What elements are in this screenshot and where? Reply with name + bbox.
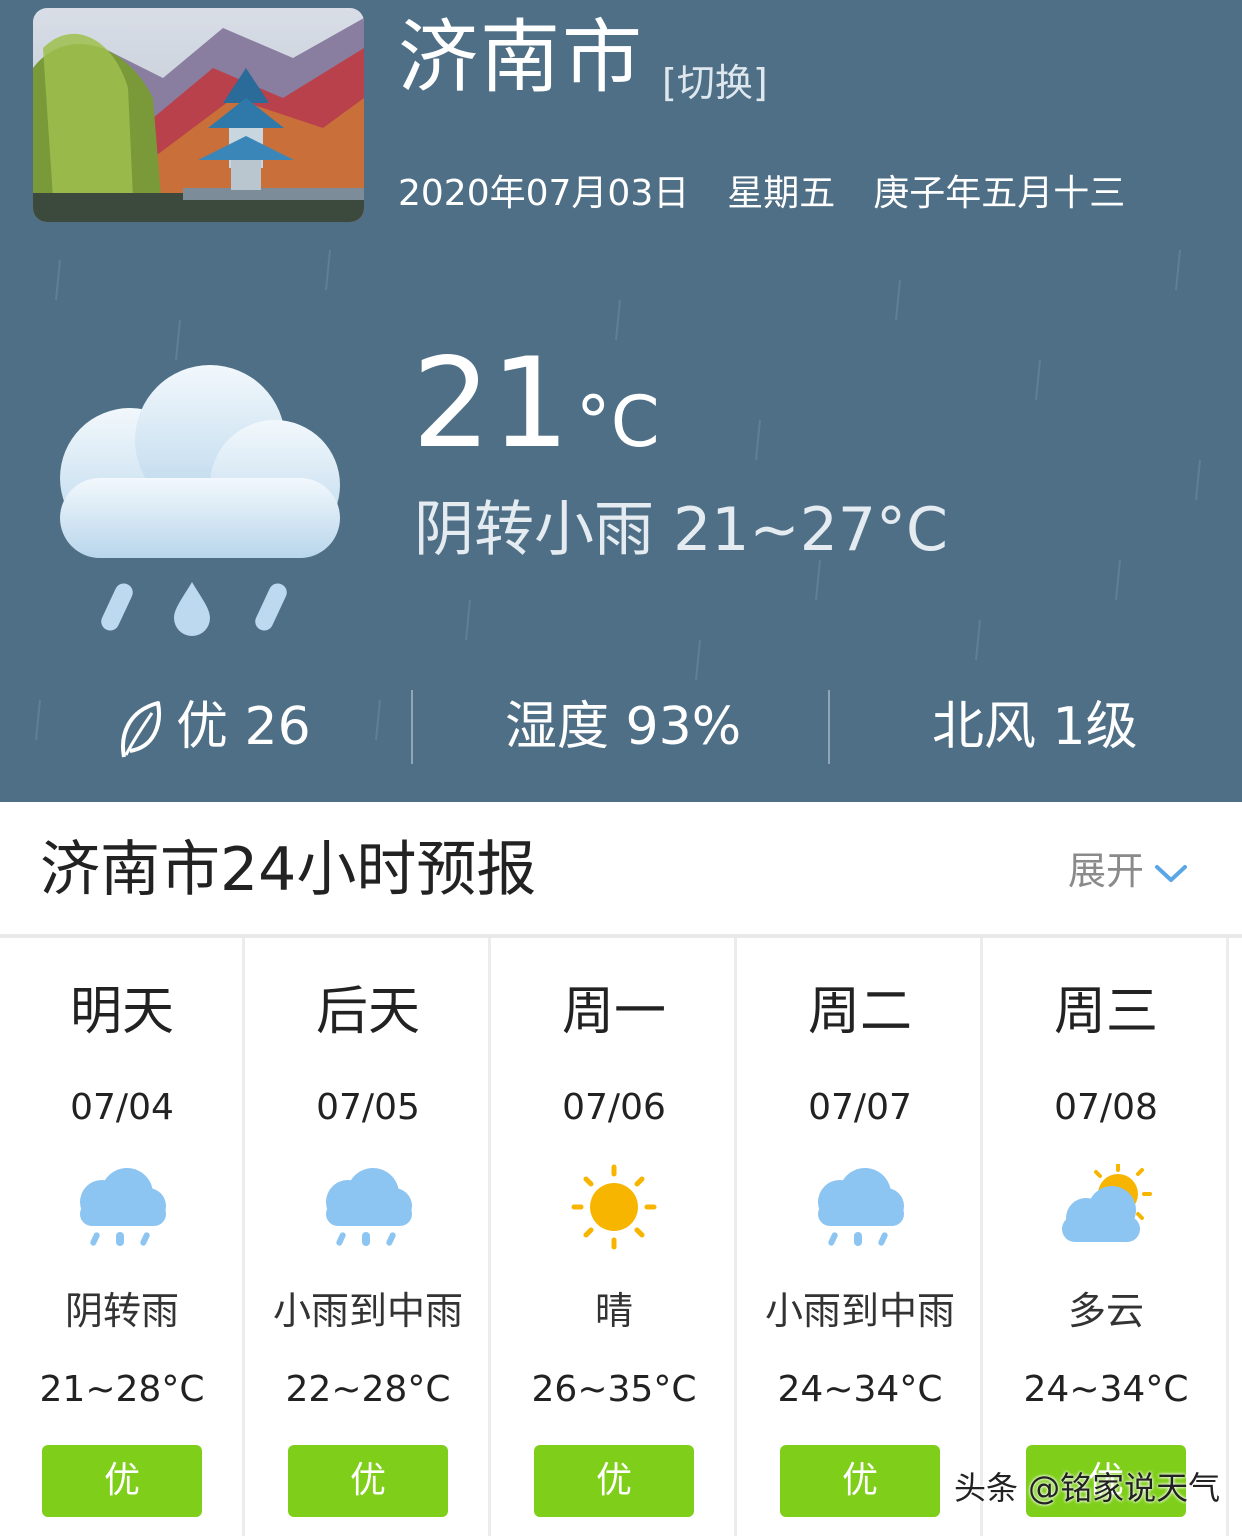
temperature-unit: °C (575, 381, 660, 463)
switch-city-button[interactable]: [切换] (662, 64, 768, 102)
day-condition: 小雨到中雨 (764, 1289, 955, 1333)
day-date: 07/08 (1054, 1087, 1158, 1128)
day-name: 周三 (1053, 982, 1158, 1042)
forecast-day-card[interactable]: 明天 07/04 阴转雨 21~28°C 优 (0, 938, 244, 1536)
air-quality-badge: 优 (780, 1445, 940, 1517)
stats-divider (828, 690, 830, 764)
day-date: 07/07 (808, 1087, 912, 1128)
day-name: 后天 (315, 982, 420, 1042)
day-temperature-range: 24~34°C (777, 1369, 943, 1410)
forecast-day-card[interactable]: 周一 07/06 晴 26~35°C 优 (492, 938, 736, 1536)
forecast-header: 济南市24小时预报 展开 (0, 802, 1242, 936)
weather-header: 济南市 [切换] 2020年07月03日 星期五 庚子年五月十三 21°C 阴转小雨… (0, 0, 1242, 802)
rain-icon (318, 1164, 418, 1250)
air-quality-stat[interactable]: 优 26 (118, 690, 311, 764)
forecast-days: 明天 07/04 阴转雨 21~28°C 优 后天 07/05 小雨到中雨 22… (0, 938, 1242, 1536)
air-quality-badge: 优 (288, 1445, 448, 1517)
rain-icon (72, 1164, 172, 1250)
day-temperature-range: 22~28°C (285, 1369, 451, 1410)
current-condition: 阴转小雨 21~27°C (414, 495, 948, 565)
forecast-day-card[interactable]: 周三 07/08 多云 24~34°C 优 (984, 938, 1228, 1536)
day-name: 周一 (561, 982, 666, 1042)
air-quality-badge: 优 (42, 1445, 202, 1517)
day-condition: 小雨到中雨 (272, 1289, 463, 1333)
forecast-day-card[interactable]: 后天 07/05 小雨到中雨 22~28°C 优 (246, 938, 490, 1536)
day-name: 明天 (69, 982, 174, 1042)
expand-button[interactable]: 展开 (1068, 852, 1188, 890)
day-name: 周二 (807, 982, 912, 1042)
day-temperature-range: 21~28°C (39, 1369, 205, 1410)
day-condition: 多云 (1067, 1289, 1144, 1333)
rain-icon (810, 1164, 910, 1250)
current-stats-row: 优 26 湿度 93% 北风 1级 (0, 690, 1242, 764)
air-quality-badge: 优 (534, 1445, 694, 1517)
watermark-text: 头条 @铭家说天气 (954, 1469, 1221, 1507)
city-name: 济南市 (398, 11, 644, 104)
sun-icon (564, 1164, 664, 1250)
weekday-text: 星期五 (727, 173, 836, 214)
day-date: 07/06 (562, 1087, 666, 1128)
day-condition: 阴转雨 (64, 1289, 179, 1333)
cloud-rain-icon (50, 360, 350, 640)
air-quality-text: 优 26 (176, 697, 311, 757)
leaf-icon (121, 701, 161, 758)
chevron-down-icon (1155, 864, 1188, 882)
date-text: 2020年07月03日 (398, 173, 690, 214)
stats-divider (411, 690, 413, 764)
day-date: 07/04 (70, 1087, 174, 1128)
humidity-stat: 湿度 93% (505, 697, 742, 757)
forecast-title: 济南市24小时预报 (40, 835, 537, 905)
lunar-date-text: 庚子年五月十三 (873, 173, 1126, 214)
forecast-day-card[interactable]: 周二 07/07 小雨到中雨 24~34°C 优 (738, 938, 982, 1536)
day-condition: 晴 (594, 1289, 633, 1333)
day-date: 07/05 (316, 1087, 420, 1128)
current-temperature: 21°C (412, 342, 660, 466)
city-thumbnail-photo (33, 8, 364, 222)
day-temperature-range: 26~35°C (531, 1369, 697, 1410)
wind-stat: 北风 1级 (932, 697, 1138, 757)
expand-label: 展开 (1068, 849, 1145, 893)
date-line: 2020年07月03日 星期五 庚子年五月十三 (398, 176, 1163, 212)
day-temperature-range: 24~34°C (1023, 1369, 1189, 1410)
partly-cloudy-icon (1056, 1163, 1156, 1250)
temperature-value: 21 (412, 332, 570, 476)
